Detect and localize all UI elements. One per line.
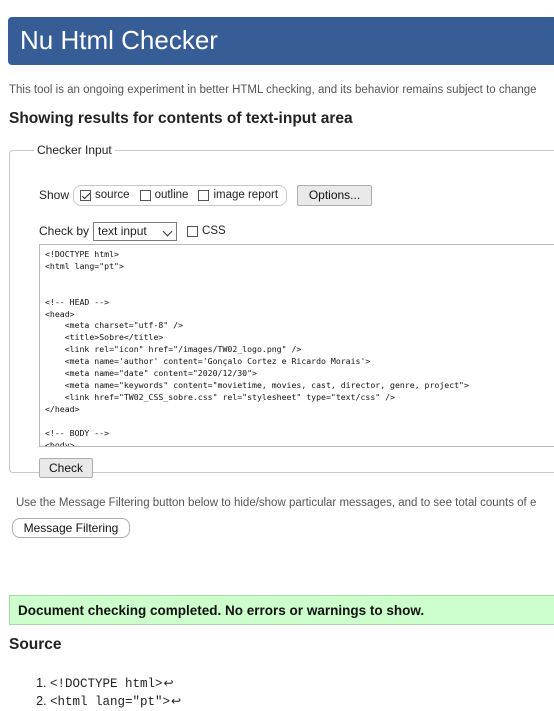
check-by-select[interactable]: text input (93, 221, 178, 241)
filter-note: Use the Message Filtering button below t… (16, 497, 537, 509)
return-icon: ↩ (163, 677, 174, 691)
check-by-value: text input (98, 224, 147, 238)
show-source-option[interactable]: source (80, 189, 130, 201)
image-report-checkbox[interactable] (198, 189, 210, 201)
app-title: Nu Html Checker (20, 25, 218, 55)
check-by-row: Check by text input CSS (39, 221, 226, 241)
show-options-group: source outline image report (73, 184, 288, 206)
css-option[interactable]: CSS (187, 225, 226, 237)
source-label: source (95, 189, 130, 201)
results-heading: Showing results for contents of text-inp… (9, 110, 353, 127)
css-label: CSS (202, 225, 226, 237)
check-button[interactable]: Check (39, 458, 93, 478)
source-list: <!DOCTYPE html>↩ <html lang="pt">↩ (0, 674, 181, 710)
css-checkbox[interactable] (187, 225, 199, 237)
show-image-report-option[interactable]: image report (198, 189, 278, 201)
source-line: <!DOCTYPE html>↩ (50, 674, 181, 692)
show-outline-option[interactable]: outline (139, 189, 189, 201)
status-message: Document checking completed. No errors o… (9, 595, 554, 625)
chevron-down-icon (162, 226, 173, 236)
return-icon: ↩ (171, 695, 182, 709)
checker-input-legend: Checker Input (37, 143, 112, 157)
outline-checkbox[interactable] (139, 189, 151, 201)
source-checkbox[interactable] (80, 189, 92, 201)
source-line: <html lang="pt">↩ (50, 692, 181, 710)
textarea-content: <!DOCTYPE html> <html lang="pt"> <!-- HE… (45, 249, 469, 447)
source-line-text: <!DOCTYPE html> (50, 677, 163, 691)
source-line-text: <html lang="pt"> (50, 695, 171, 709)
intro-text: This tool is an ongoing experiment in be… (9, 84, 537, 96)
options-button[interactable]: Options... (297, 184, 373, 206)
checker-input-fieldset: Checker Input Show source outline image … (9, 143, 554, 478)
show-row: Show source outline image report Options… (39, 184, 373, 206)
outline-label: outline (154, 189, 189, 201)
check-by-label: Check by (39, 224, 90, 238)
page-header: Nu Html Checker (8, 17, 554, 65)
source-textarea[interactable]: <!DOCTYPE html> <html lang="pt"> <!-- HE… (39, 244, 554, 447)
image-report-label: image report (213, 189, 279, 201)
show-label: Show (39, 188, 70, 202)
message-filtering-button[interactable]: Message Filtering (12, 518, 130, 538)
source-heading: Source (9, 636, 62, 653)
